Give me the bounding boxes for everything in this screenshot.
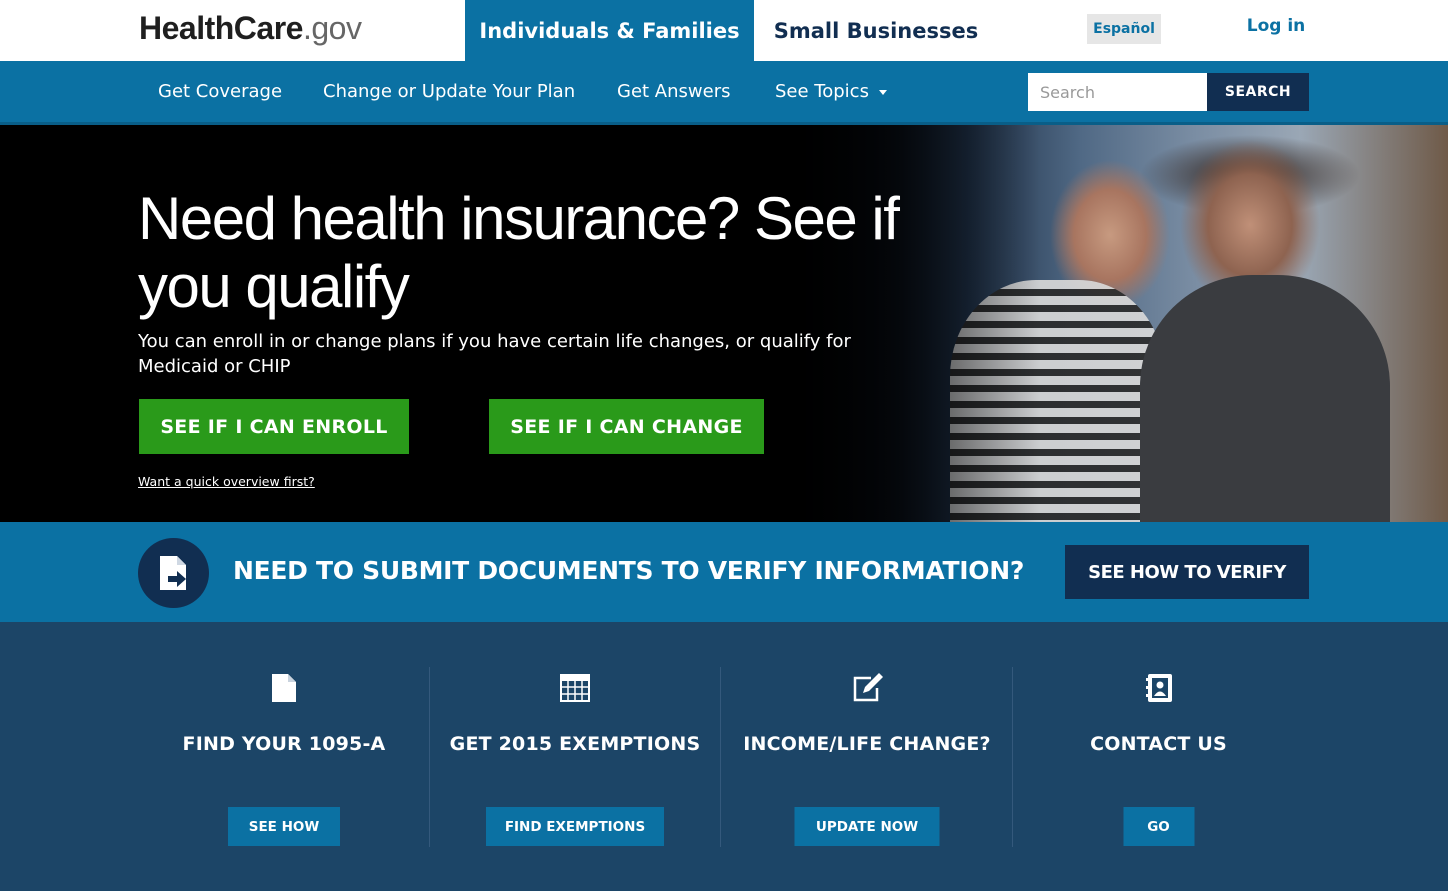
- logo-suffix-text: .gov: [302, 10, 362, 46]
- card-title: GET 2015 EXEMPTIONS: [449, 733, 701, 755]
- table-icon: [559, 672, 591, 704]
- document-upload-icon: [138, 538, 209, 608]
- see-how-button[interactable]: SEE HOW: [228, 807, 340, 846]
- document-icon: [268, 672, 300, 704]
- login-link[interactable]: Log in: [1240, 16, 1312, 36]
- main-nav: Get Coverage Change or Update Your Plan …: [0, 61, 1448, 125]
- site-header: HealthCare.gov Individuals & Families Sm…: [0, 0, 1448, 61]
- see-if-i-can-enroll-button[interactable]: SEE IF I CAN ENROLL: [139, 399, 409, 454]
- edit-icon: [851, 672, 883, 704]
- nav-item-get-answers[interactable]: Get Answers: [617, 81, 730, 102]
- see-topics-label: See Topics: [775, 81, 869, 102]
- search-input[interactable]: [1028, 73, 1207, 111]
- card-title: CONTACT US: [1090, 733, 1227, 755]
- verify-documents-banner: NEED TO SUBMIT DOCUMENTS TO VERIFY INFOR…: [0, 522, 1448, 622]
- language-toggle-button[interactable]: Español: [1087, 14, 1161, 44]
- caret-down-icon: [878, 89, 887, 95]
- logo-main-text: HealthCare: [139, 10, 303, 46]
- nav-item-get-coverage[interactable]: Get Coverage: [158, 81, 282, 102]
- card-find-1095a: FIND YOUR 1095-A SEE HOW: [139, 667, 430, 847]
- see-if-i-can-change-button[interactable]: SEE IF I CAN CHANGE: [489, 399, 764, 454]
- card-get-exemptions: GET 2015 EXEMPTIONS FIND EXEMPTIONS: [430, 667, 721, 847]
- card-title: INCOME/LIFE CHANGE?: [743, 733, 991, 755]
- hero-subtitle: You can enroll in or change plans if you…: [138, 331, 851, 377]
- verify-documents-text: NEED TO SUBMIT DOCUMENTS TO VERIFY INFOR…: [233, 556, 1025, 585]
- tab-small-businesses[interactable]: Small Businesses: [754, 0, 998, 61]
- card-income-life-change: INCOME/LIFE CHANGE? UPDATE NOW: [722, 667, 1013, 847]
- card-contact-us: CONTACT US GO: [1013, 667, 1304, 847]
- healthcare-gov-logo[interactable]: HealthCare.gov: [139, 10, 362, 47]
- search-button[interactable]: SEARCH: [1207, 73, 1309, 111]
- go-button[interactable]: GO: [1123, 807, 1194, 846]
- hero-banner: Need health insurance? See if you qualif…: [0, 125, 1448, 522]
- contact-book-icon: [1143, 672, 1175, 704]
- quick-overview-link[interactable]: Want a quick overview first?: [138, 474, 315, 489]
- tab-individuals-families[interactable]: Individuals & Families: [465, 0, 754, 61]
- hero-title: Need health insurance? See if you qualif…: [138, 185, 900, 320]
- see-how-to-verify-button[interactable]: SEE HOW TO VERIFY: [1065, 545, 1309, 599]
- update-now-button[interactable]: UPDATE NOW: [794, 807, 940, 846]
- nav-item-change-update-plan[interactable]: Change or Update Your Plan: [323, 81, 575, 102]
- find-exemptions-button[interactable]: FIND EXEMPTIONS: [486, 807, 664, 846]
- nav-item-see-topics[interactable]: See Topics: [775, 81, 887, 102]
- quick-links-section: FIND YOUR 1095-A SEE HOW GET 2015 EXEMPT…: [0, 622, 1448, 891]
- card-title: FIND YOUR 1095-A: [182, 733, 386, 755]
